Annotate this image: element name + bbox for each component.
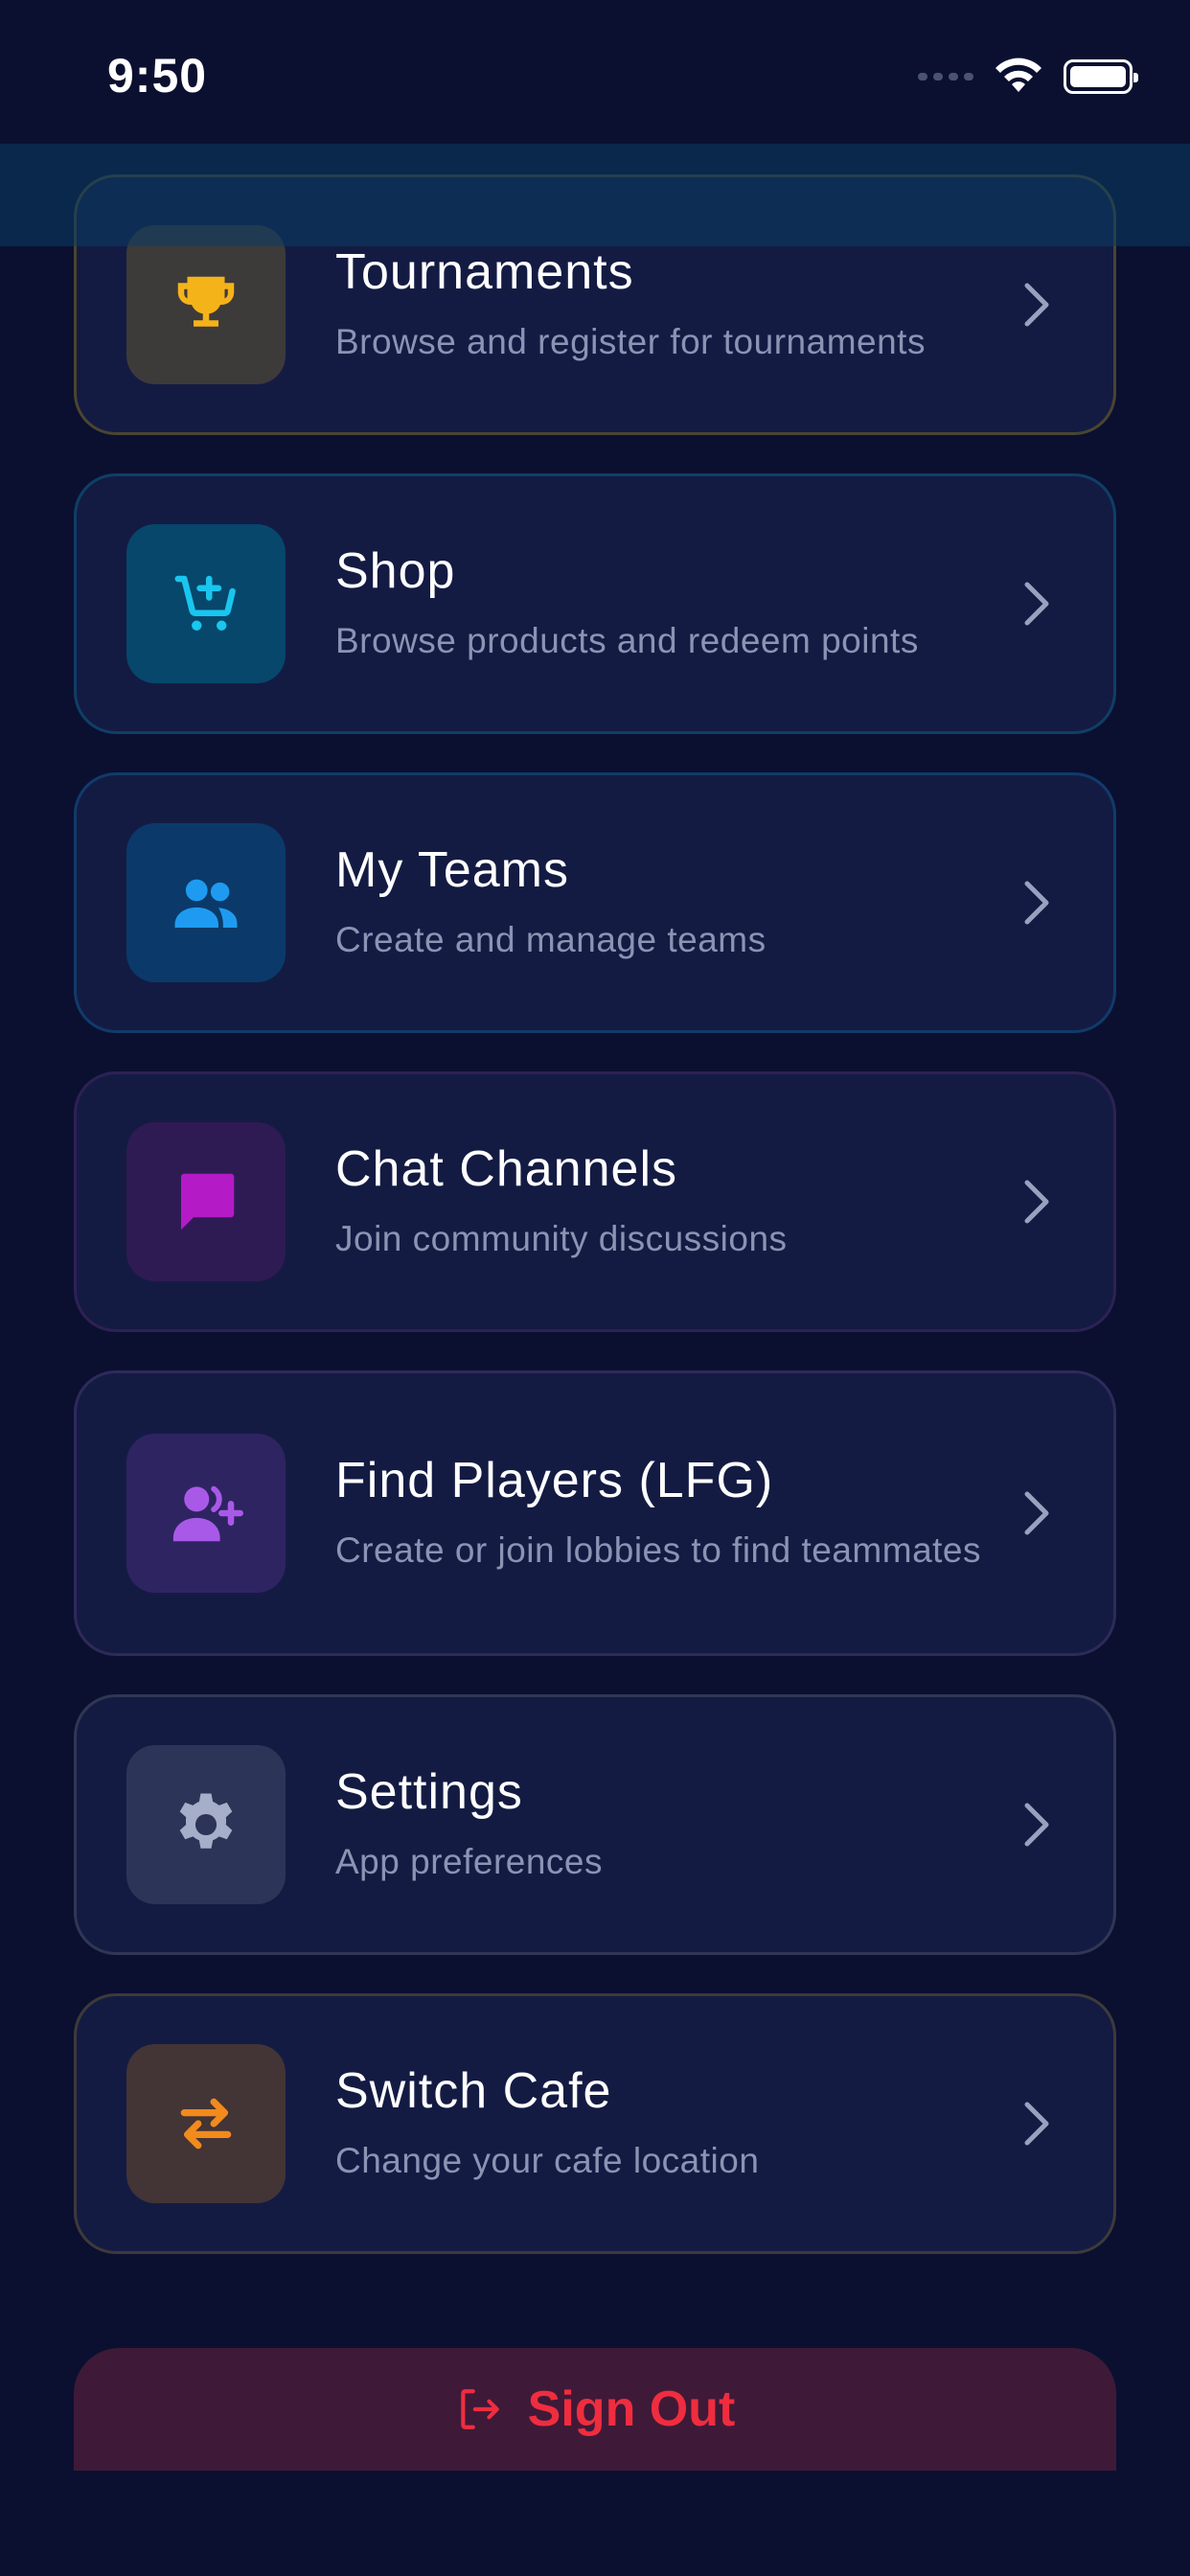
chat-bubble-icon xyxy=(181,1173,235,1230)
chevron-right-icon xyxy=(1024,582,1049,626)
card-text: Tournaments Browse and register for tour… xyxy=(335,242,1025,368)
battery-icon xyxy=(1064,59,1138,94)
card-subtitle: App preferences xyxy=(335,1842,604,1881)
card-text: My Teams Create and manage teams xyxy=(335,840,1025,966)
icon-container xyxy=(126,524,286,683)
card-subtitle: Change your cafe location xyxy=(335,2141,760,2180)
menu-item-switch-cafe[interactable]: Switch Cafe Change your cafe location xyxy=(74,1993,1116,2254)
chevron-right-icon xyxy=(1024,1803,1049,1847)
card-text: Switch Cafe Change your cafe location xyxy=(335,2060,1025,2187)
card-title: Settings xyxy=(335,1764,523,1820)
sign-out-button[interactable]: Sign Out xyxy=(74,2348,1116,2471)
card-text: Find Players (LFG) Create or join lobbie… xyxy=(335,1450,1025,1576)
menu-item-settings[interactable]: Settings App preferences xyxy=(74,1694,1116,1955)
card-title: Shop xyxy=(335,543,456,599)
cart-plus-icon xyxy=(174,575,236,631)
sign-out-label: Sign Out xyxy=(527,2381,736,2437)
menu-item-my-teams[interactable]: My Teams Create and manage teams xyxy=(74,772,1116,1033)
logout-icon xyxy=(460,2389,499,2429)
status-time: 9:50 xyxy=(107,49,208,103)
chevron-right-icon xyxy=(1024,283,1049,327)
cellular-signal-icon xyxy=(918,73,973,80)
card-subtitle: Join community discussions xyxy=(335,1219,788,1258)
menu-item-chat-channels[interactable]: Chat Channels Join community discussions xyxy=(74,1071,1116,1332)
status-icons xyxy=(918,58,1138,96)
card-title: Find Players (LFG) xyxy=(335,1453,774,1508)
icon-container xyxy=(126,1745,286,1904)
card-title: My Teams xyxy=(335,842,569,898)
menu-item-shop[interactable]: Shop Browse products and redeem points xyxy=(74,473,1116,734)
chevron-right-icon xyxy=(1024,881,1049,925)
card-subtitle: Create or join lobbies to find teammates xyxy=(335,1530,982,1570)
card-title: Tournaments xyxy=(335,244,634,300)
menu-item-find-players[interactable]: Find Players (LFG) Create or join lobbie… xyxy=(74,1370,1116,1656)
card-text: Settings App preferences xyxy=(335,1761,1025,1888)
gear-icon xyxy=(179,1793,233,1849)
wifi-icon xyxy=(995,58,1041,92)
icon-container xyxy=(126,1122,286,1281)
trophy-icon xyxy=(177,276,235,327)
card-title: Switch Cafe xyxy=(335,2063,612,2119)
card-subtitle: Browse products and redeem points xyxy=(335,621,919,660)
icon-container xyxy=(126,2044,286,2203)
icon-container xyxy=(126,823,286,982)
swap-arrows-icon xyxy=(180,2098,232,2150)
people-icon xyxy=(174,879,238,928)
person-add-icon xyxy=(172,1485,243,1542)
menu-list: Tournaments Browse and register for tour… xyxy=(74,174,1116,2292)
icon-container xyxy=(126,1434,286,1593)
card-text: Shop Browse products and redeem points xyxy=(335,540,1025,667)
card-text: Chat Channels Join community discussions xyxy=(335,1138,1025,1265)
card-subtitle: Browse and register for tournaments xyxy=(335,322,926,361)
icon-container xyxy=(126,225,286,384)
card-title: Chat Channels xyxy=(335,1141,677,1197)
chevron-right-icon xyxy=(1024,2102,1049,2146)
chevron-right-icon xyxy=(1024,1491,1049,1535)
menu-item-tournaments[interactable]: Tournaments Browse and register for tour… xyxy=(74,174,1116,435)
status-bar: 9:50 xyxy=(0,0,1190,144)
chevron-right-icon xyxy=(1024,1180,1049,1224)
card-subtitle: Create and manage teams xyxy=(335,920,767,959)
